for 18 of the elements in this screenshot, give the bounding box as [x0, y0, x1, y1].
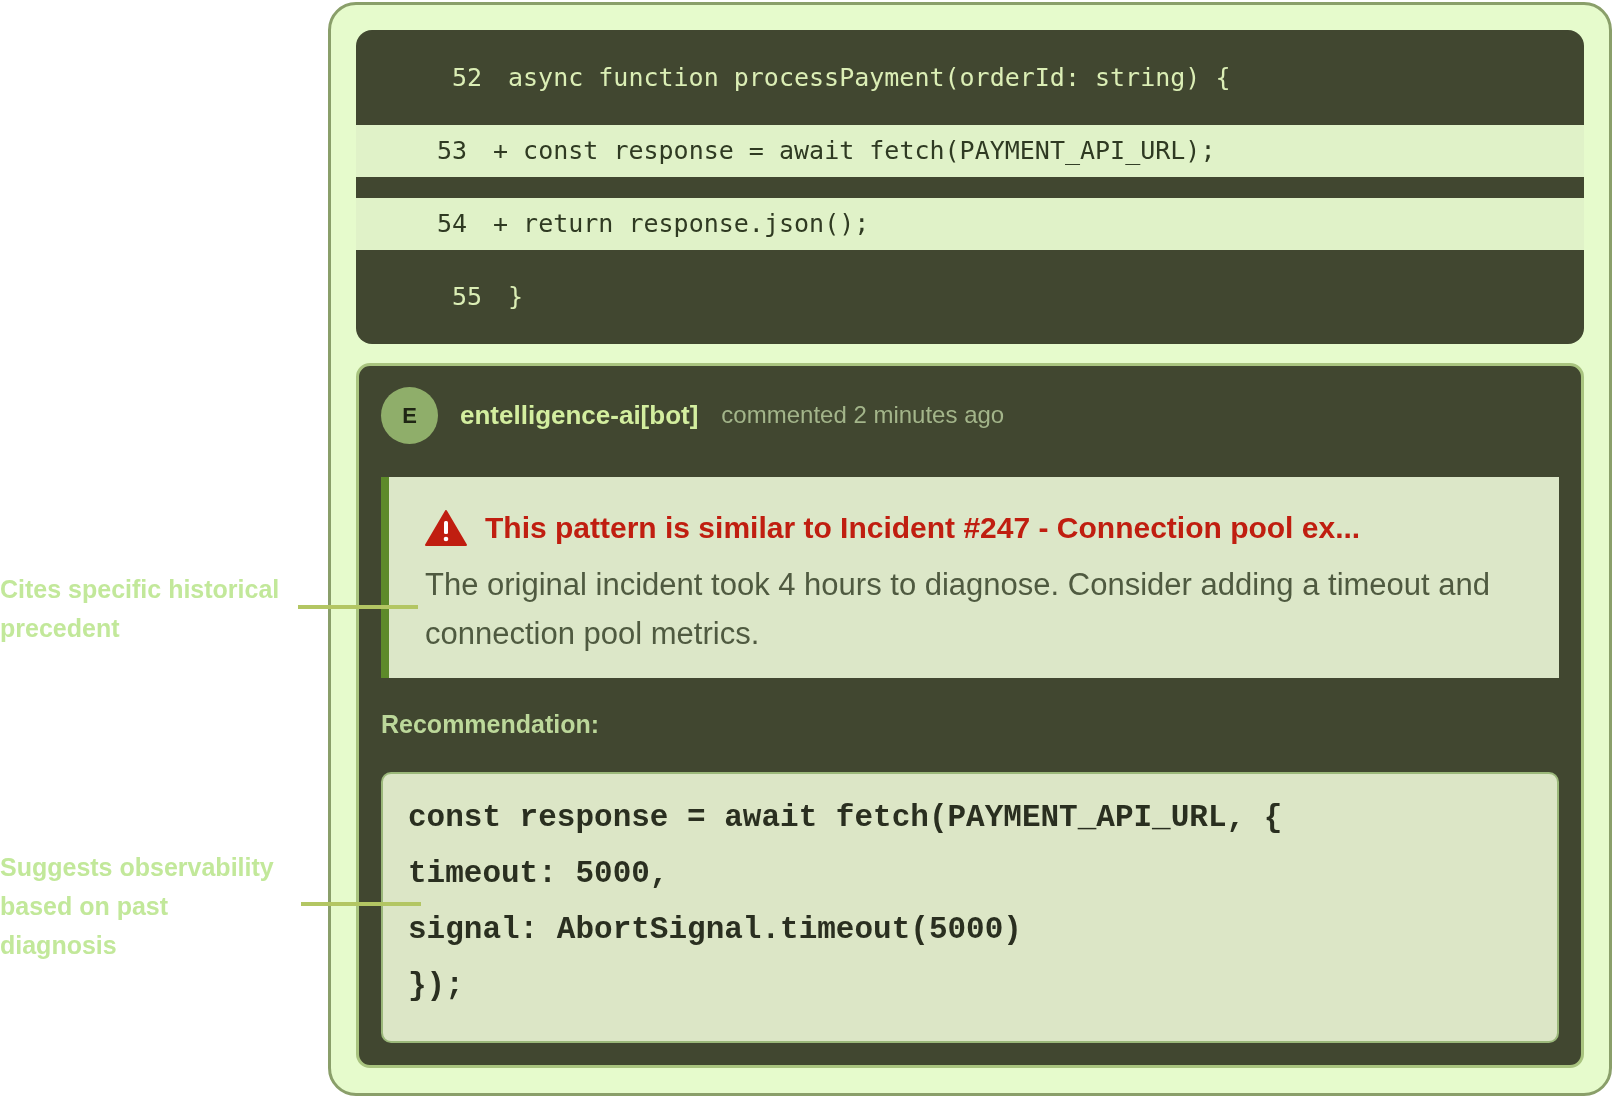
avatar: E — [381, 386, 438, 444]
annotation-text: Suggests observability based on past diagnosis — [0, 852, 275, 961]
line-number: 53 — [435, 135, 467, 168]
author-name: entelligence-ai[bot] — [460, 398, 699, 432]
code-line: + return response.json(); — [493, 208, 870, 241]
alert-title: This pattern is similar to Incident #247 - Connection pool ex... — [485, 510, 1361, 546]
code-line: } — [508, 281, 524, 314]
recommendation-code: const response = await fetch(PAYMENT_API_URL, { timeout: 5000, signal: AbortSignal.timeout(5000) }); — [381, 771, 1559, 1043]
recommendation-label: Recommendation: — [381, 709, 601, 740]
line-number: 54 — [435, 208, 467, 241]
comment-time: commented 2 minutes ago — [721, 400, 1005, 430]
line-number: 55 — [450, 281, 482, 314]
code-line: async function processPayment(orderId: string) { — [508, 61, 1231, 94]
annotation-text: Cites specific historical precedent — [0, 574, 280, 644]
code-line: + const response = await fetch(PAYMENT_API_URL); — [493, 135, 1216, 168]
warning-icon — [425, 509, 467, 546]
line-number: 52 — [450, 61, 482, 94]
alert-body: The original incident took 4 hours to diagnose. Consider adding a timeout and connection pool metrics. — [425, 566, 1492, 653]
